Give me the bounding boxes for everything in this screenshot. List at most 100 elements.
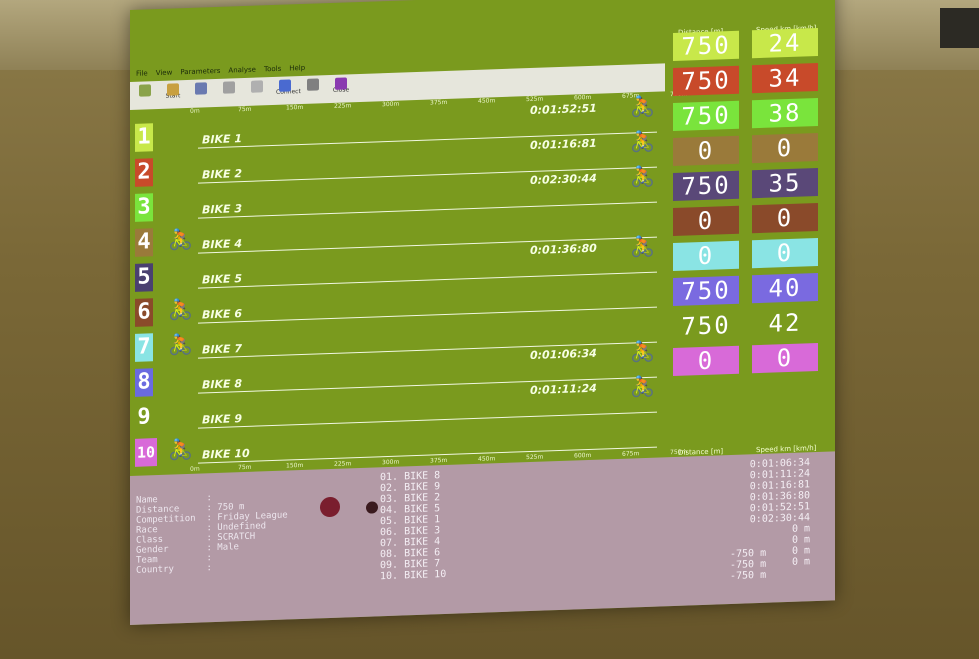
scale-tick: 375m bbox=[430, 456, 448, 465]
rankings-list: 01. BIKE 8 02. BIKE 9 03. BIKE 2 04. BIKE 5… bbox=[380, 470, 446, 582]
indicator-dot-small bbox=[366, 501, 378, 514]
speed-display: 35 bbox=[752, 167, 818, 199]
distance-display: 750 bbox=[673, 310, 739, 342]
lane-number: 10 bbox=[135, 438, 157, 467]
cyclist-icon: 🚴 bbox=[168, 331, 193, 357]
scale-tick: 0m bbox=[190, 465, 200, 473]
bike-label: BIKE 6 bbox=[202, 307, 242, 322]
cyclist-icon: 🚴 bbox=[630, 373, 655, 399]
scale-tick: 600m bbox=[574, 451, 592, 460]
lane-number: 4 bbox=[135, 228, 153, 257]
menu-item-file[interactable]: File bbox=[136, 69, 148, 77]
toolbar-button-5[interactable]: Connect bbox=[276, 79, 301, 100]
toolbar-icon bbox=[139, 84, 151, 97]
scale-tick: 375m bbox=[430, 98, 448, 107]
cyclist-icon: 🚴 bbox=[630, 233, 655, 259]
toolbar-icon bbox=[251, 80, 263, 93]
scale-tick: 675m bbox=[622, 450, 640, 458]
toolbar-button-0[interactable] bbox=[136, 84, 154, 105]
rank-row: 10. BIKE 10 bbox=[380, 568, 447, 583]
lane-number: 1 bbox=[135, 123, 153, 152]
lane-number: 5 bbox=[135, 263, 153, 292]
scale-tick: 525m bbox=[526, 453, 544, 462]
distance-display: 750 bbox=[673, 65, 739, 97]
lap-time: 0:02:30:44 bbox=[530, 171, 597, 188]
scale-tick: 225m bbox=[334, 102, 352, 110]
speed-display: 40 bbox=[752, 272, 818, 304]
bike-label: BIKE 5 bbox=[202, 272, 242, 287]
bike-label: BIKE 7 bbox=[202, 342, 242, 357]
scale-tick: 75m bbox=[238, 463, 252, 472]
toolbar-button-7[interactable]: Close bbox=[332, 77, 350, 98]
gap-list: -750 m -750 m -750 m bbox=[730, 548, 766, 582]
toolbar-icon bbox=[195, 82, 207, 95]
toolbar-icon bbox=[335, 77, 347, 90]
cyclist-icon: 🚴 bbox=[630, 163, 655, 189]
lane-number: 3 bbox=[135, 193, 153, 222]
distance-display: 750 bbox=[673, 30, 739, 62]
scale-tick: 225m bbox=[334, 460, 352, 468]
bike-label: BIKE 2 bbox=[202, 167, 242, 182]
gap-row: -750 m bbox=[730, 569, 767, 583]
projected-screen: File View Parameters Analyse Tools Help Start… bbox=[130, 0, 835, 625]
bike-label: BIKE 8 bbox=[202, 377, 242, 392]
scale-tick: 300m bbox=[382, 458, 400, 467]
menu-item-tools[interactable]: Tools bbox=[264, 65, 281, 74]
distance-display: 750 bbox=[673, 170, 739, 202]
distance-display: 0 bbox=[673, 135, 739, 167]
distance-display: 750 bbox=[673, 100, 739, 132]
scale-tick: 150m bbox=[286, 461, 304, 470]
speed-display: 42 bbox=[752, 307, 818, 339]
bike-label: BIKE 3 bbox=[202, 202, 242, 217]
lane-number: 7 bbox=[135, 333, 153, 362]
bike-label: BIKE 10 bbox=[202, 446, 250, 462]
toolbar-button-3[interactable] bbox=[220, 81, 238, 102]
speed-display: 24 bbox=[752, 27, 818, 59]
speed-display: 0 bbox=[752, 342, 818, 374]
lap-time: 0:01:16:81 bbox=[530, 136, 597, 153]
wall-vent bbox=[940, 8, 979, 48]
speed-display: 0 bbox=[752, 237, 818, 269]
menu-item-view[interactable]: View bbox=[156, 69, 173, 78]
cyclist-icon: 🚴 bbox=[168, 436, 193, 462]
scale-tick: 600m bbox=[574, 93, 592, 102]
toolbar-button-6[interactable] bbox=[304, 78, 322, 99]
scale-tick: 525m bbox=[526, 95, 544, 104]
distance-display: 0 bbox=[673, 240, 739, 272]
race-info: Name : Distance : 750 m Competition : Frid… bbox=[136, 490, 288, 576]
toolbar-button-1[interactable]: Start bbox=[164, 83, 182, 104]
lane-number: 2 bbox=[135, 158, 153, 187]
toolbar-button-2[interactable] bbox=[192, 82, 210, 103]
toolbar-icon bbox=[223, 81, 235, 94]
lane-number: 8 bbox=[135, 368, 153, 397]
lap-time: 0:01:11:24 bbox=[530, 381, 597, 398]
cyclist-icon: 🚴 bbox=[630, 93, 655, 119]
speed-display: 0 bbox=[752, 132, 818, 164]
indicator-dot bbox=[320, 496, 340, 518]
bike-label: BIKE 9 bbox=[202, 412, 242, 427]
distance-display: 0 bbox=[673, 205, 739, 237]
scale-tick: 300m bbox=[382, 100, 400, 109]
toolbar-button-4[interactable] bbox=[248, 80, 266, 101]
toolbar-icon bbox=[167, 83, 179, 96]
cyclist-icon: 🚴 bbox=[168, 296, 193, 322]
results-panel: Name : Distance : 750 m Competition : Frid… bbox=[130, 451, 835, 625]
lap-time: 0:01:36:80 bbox=[530, 241, 597, 258]
menu-item-analyse[interactable]: Analyse bbox=[228, 66, 256, 75]
bike-label: BIKE 1 bbox=[202, 132, 242, 147]
results-list: 0:01:06:34 0:01:11:24 0:01:16:81 0:01:36:80… bbox=[610, 457, 810, 574]
speed-display: 38 bbox=[752, 97, 818, 129]
lane-number: 9 bbox=[135, 403, 153, 432]
scale-tick: 150m bbox=[286, 103, 304, 112]
speed-display: 0 bbox=[752, 202, 818, 234]
lane-number: 6 bbox=[135, 298, 153, 327]
toolbar-icon bbox=[279, 79, 291, 92]
scale-tick: 0m bbox=[190, 107, 200, 115]
speed-display: 34 bbox=[752, 62, 818, 94]
toolbar-icon bbox=[307, 78, 319, 91]
menu-item-help[interactable]: Help bbox=[289, 64, 305, 73]
cyclist-icon: 🚴 bbox=[630, 338, 655, 364]
bike-label: BIKE 4 bbox=[202, 237, 242, 252]
scale-tick: 450m bbox=[478, 97, 496, 105]
menu-item-parameters[interactable]: Parameters bbox=[180, 67, 220, 76]
